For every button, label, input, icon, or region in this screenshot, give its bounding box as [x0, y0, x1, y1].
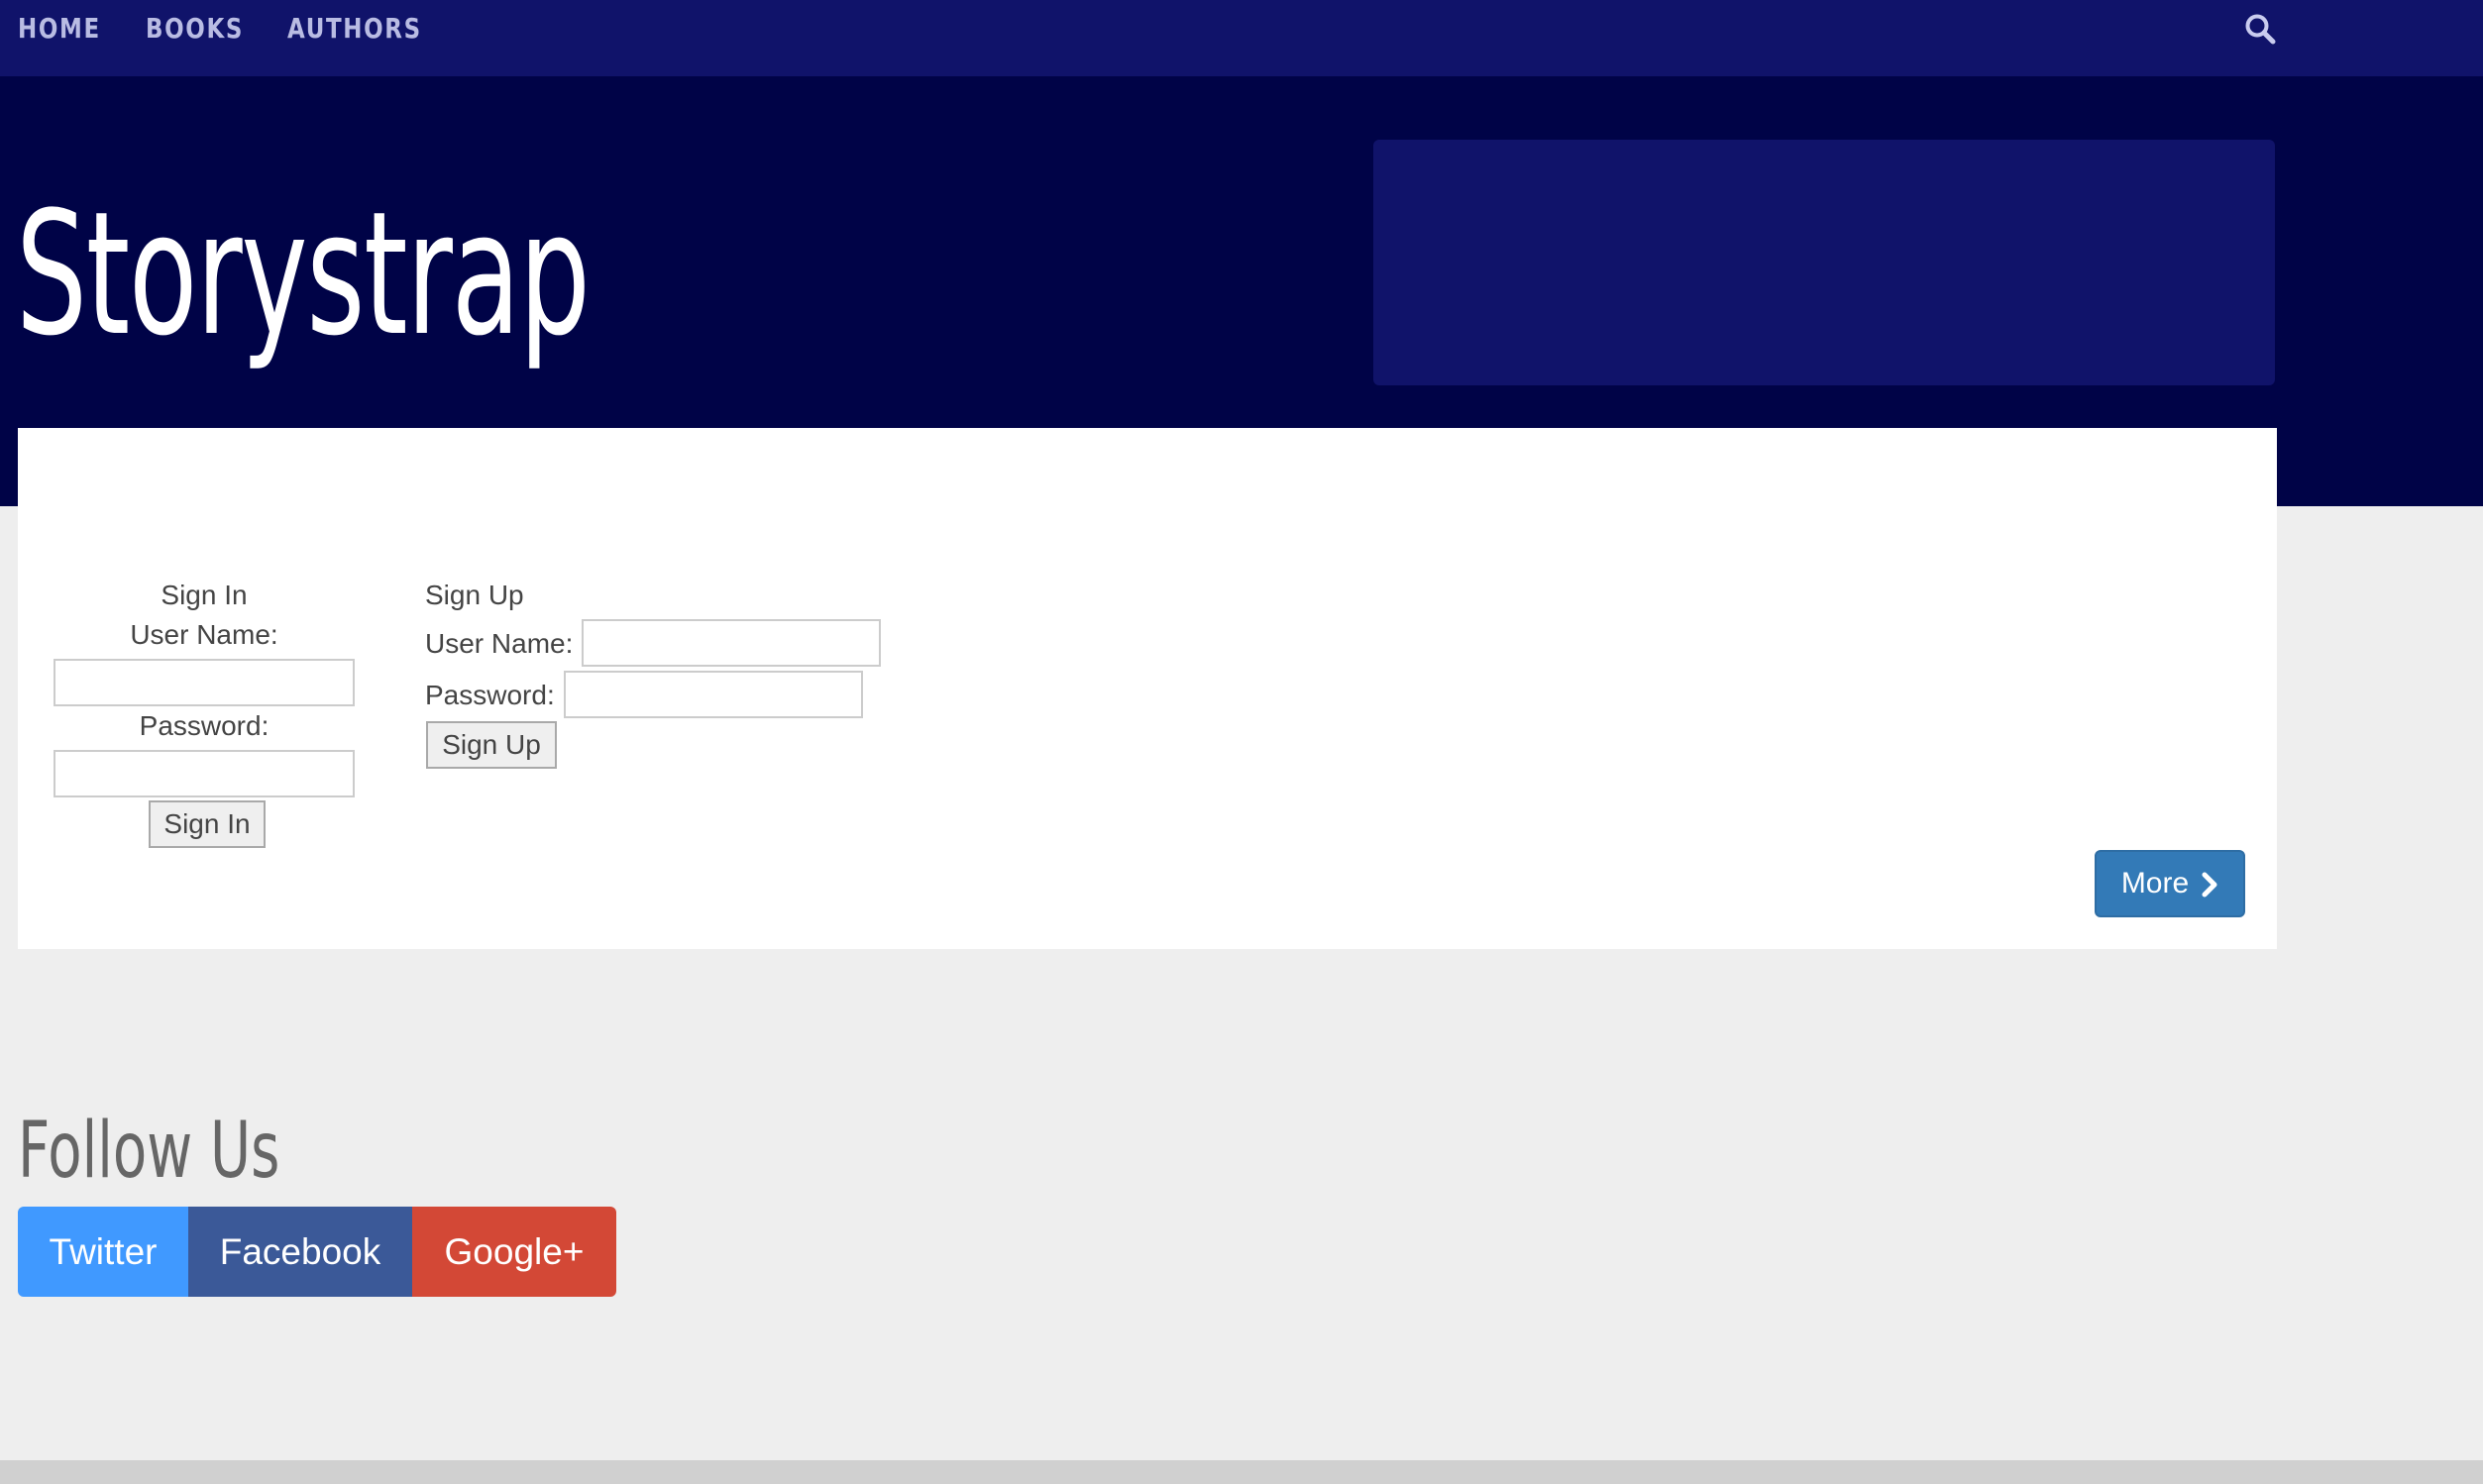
chevron-right-icon	[2202, 872, 2217, 898]
more-button-label: More	[2120, 867, 2190, 901]
twitter-button[interactable]: Twitter	[18, 1207, 188, 1297]
site-title: Storystrap	[16, 174, 591, 373]
sign-up-button[interactable]: Sign Up	[426, 721, 557, 769]
content-card: Sign In User Name: Password: Sign In Sig…	[18, 428, 2277, 949]
sign-in-button[interactable]: Sign In	[149, 800, 266, 848]
nav-books-link[interactable]: BOOKS	[146, 0, 244, 59]
nav-authors-link[interactable]: AUTHORS	[287, 0, 422, 59]
follow-us-title: Follow Us	[18, 1107, 280, 1196]
nav-home-link[interactable]: HOME	[18, 0, 101, 59]
sign-up-heading: Sign Up	[425, 580, 524, 610]
sign-in-password-input[interactable]	[54, 750, 355, 797]
sign-up-password-label: Password:	[425, 680, 555, 710]
footer-strip	[0, 1460, 2483, 1484]
sign-in-username-label: User Name:	[130, 619, 278, 650]
hero-banner-box	[1373, 140, 2275, 385]
sign-up-username-input[interactable]	[582, 619, 881, 667]
sign-in-heading: Sign In	[161, 580, 248, 610]
sign-in-password-label: Password:	[139, 710, 270, 741]
more-button[interactable]: More	[2095, 850, 2245, 917]
facebook-button[interactable]: Facebook	[188, 1207, 412, 1297]
sign-up-username-label: User Name:	[425, 628, 574, 659]
sign-up-password-input[interactable]	[564, 671, 863, 718]
sign-in-username-input[interactable]	[54, 659, 355, 706]
search-icon[interactable]	[2243, 12, 2279, 48]
google-plus-button[interactable]: Google+	[412, 1207, 616, 1297]
top-navbar: HOME BOOKS AUTHORS	[0, 0, 2483, 76]
